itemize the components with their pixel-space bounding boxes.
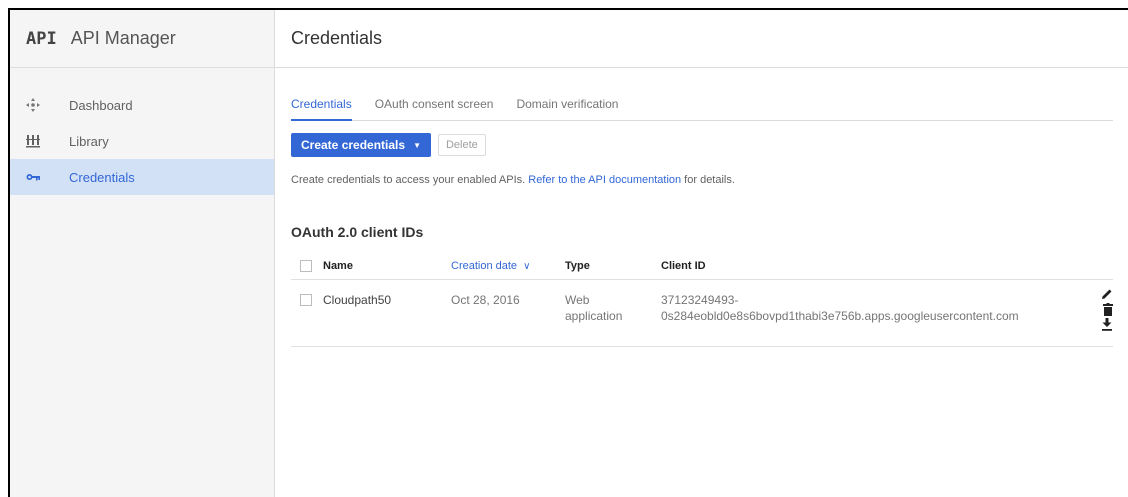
column-header-creation-date[interactable]: Creation date ∨ <box>451 253 565 279</box>
section-title: OAuth 2.0 client IDs <box>291 224 424 240</box>
brand-header: API API Manager <box>10 10 274 68</box>
tab-oauth-consent-screen[interactable]: OAuth consent screen <box>375 92 494 120</box>
info-text: Create credentials to access your enable… <box>291 174 1113 186</box>
select-all-checkbox[interactable] <box>300 259 312 272</box>
client-type: Web application <box>565 279 661 346</box>
tab-credentials[interactable]: Credentials <box>291 92 352 121</box>
tab-bar: Credentials OAuth consent screen Domain … <box>291 92 1113 121</box>
sidebar-nav: Dashboard Library Credentials <box>10 87 274 195</box>
row-checkbox[interactable] <box>300 294 312 307</box>
column-header-name[interactable]: Name <box>323 253 451 279</box>
table-header-row: Name Creation date ∨ Type Client ID <box>291 253 1113 279</box>
sidebar-item-library[interactable]: Library <box>10 123 274 159</box>
client-type-line: application <box>565 308 623 323</box>
sidebar: API API Manager Dashboard Library Creden… <box>10 10 275 497</box>
client-id-line: 37123249493- <box>661 292 739 307</box>
chevron-down-icon: ▼ <box>413 140 421 150</box>
client-name[interactable]: Cloudpath50 <box>323 279 451 346</box>
create-credentials-label: Create credentials <box>301 138 406 152</box>
app-window: API API Manager Dashboard Library Creden… <box>8 8 1128 497</box>
sidebar-item-label: Credentials <box>69 169 135 185</box>
create-credentials-button[interactable]: Create credentials ▼ <box>291 133 431 157</box>
column-header-client-id[interactable]: Client ID <box>661 253 1083 279</box>
column-header-creation-date-label: Creation date <box>451 259 518 272</box>
sidebar-item-label: Dashboard <box>69 97 133 113</box>
key-icon <box>26 170 40 184</box>
dashboard-icon <box>26 98 40 112</box>
download-icon[interactable] <box>1101 317 1113 333</box>
client-id: 37123249493- 0s284eobld0e8s6bovpd1thabi3… <box>661 279 1083 346</box>
app-title: API Manager <box>70 28 176 48</box>
main-panel: Credentials Credentials OAuth consent sc… <box>275 10 1128 497</box>
info-text-main: Create credentials to access your enable… <box>291 174 529 186</box>
client-id-line: 0s284eobld0e8s6bovpd1thabi3e756b.apps.go… <box>661 308 1019 323</box>
info-text-suffix: for details. <box>681 174 735 186</box>
row-actions <box>1083 288 1113 333</box>
toolbar: Create credentials ▼ Delete <box>291 133 1113 157</box>
tab-domain-verification[interactable]: Domain verification <box>516 92 618 120</box>
oauth-clients-table: Name Creation date ∨ Type Client ID Clou… <box>291 253 1113 347</box>
delete-button[interactable]: Delete <box>437 134 486 156</box>
table-row[interactable]: Cloudpath50 Oct 28, 2016 Web application… <box>291 279 1113 346</box>
sidebar-item-credentials[interactable]: Credentials <box>10 159 274 195</box>
library-icon <box>26 134 40 148</box>
sidebar-item-label: Library <box>69 133 109 149</box>
api-logo: API <box>26 28 57 49</box>
edit-icon[interactable] <box>1101 288 1113 303</box>
delete-icon[interactable] <box>1103 302 1113 318</box>
sidebar-item-dashboard[interactable]: Dashboard <box>10 87 274 123</box>
page-title: Credentials <box>275 10 1128 68</box>
client-type-line: Web <box>565 292 590 307</box>
creation-date: Oct 28, 2016 <box>451 292 520 307</box>
sort-descending-icon: ∨ <box>523 260 531 272</box>
column-header-type[interactable]: Type <box>565 253 661 279</box>
api-documentation-link[interactable]: Refer to the API documentation <box>528 174 681 186</box>
content-area: Credentials OAuth consent screen Domain … <box>291 92 1113 347</box>
